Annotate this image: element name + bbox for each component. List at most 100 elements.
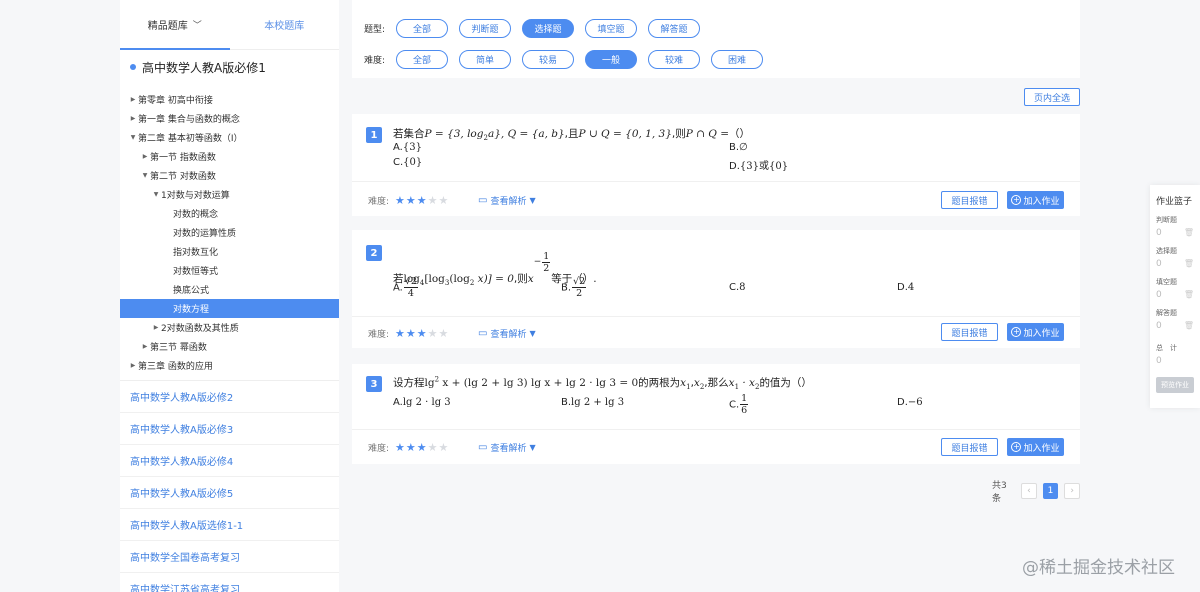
option-a[interactable]: A.{3} bbox=[393, 142, 422, 153]
view-analysis-link[interactable]: ▭ 查看解析 ▼ bbox=[478, 327, 536, 340]
stem-math-part: [log bbox=[424, 273, 445, 285]
type-pill-choice[interactable]: 选择题 bbox=[522, 18, 574, 38]
type-pill-judge[interactable]: 判断题 bbox=[459, 18, 511, 38]
stem-text: （） bbox=[729, 128, 751, 140]
trash-icon[interactable]: 🗑 bbox=[1184, 228, 1194, 238]
preview-homework-button[interactable]: 预览作业 bbox=[1156, 377, 1194, 393]
plus-circle-icon: + bbox=[1011, 195, 1022, 205]
tree-item-selected[interactable]: 对数方程 bbox=[120, 299, 339, 318]
option-a[interactable]: A. √2 4 bbox=[393, 276, 419, 299]
difficulty-pill-easy[interactable]: 较易 bbox=[522, 49, 574, 69]
tree-item-chapter-0[interactable]: ▶ 第零章 初高中衔接 bbox=[120, 90, 339, 109]
add-to-homework-button[interactable]: + 加入作业 bbox=[1007, 323, 1064, 341]
difficulty-label: 难度: bbox=[368, 444, 390, 454]
book-title-text: 高中数学人教A版必修1 bbox=[142, 60, 266, 75]
basket-item-judge: 判断题 0 🗑 bbox=[1150, 215, 1200, 238]
type-pill-answer[interactable]: 解答题 bbox=[648, 18, 700, 38]
report-error-button[interactable]: 题目报错 bbox=[941, 438, 998, 456]
prev-page-button[interactable]: ‹ bbox=[1021, 483, 1037, 499]
tree-item-topic-1[interactable]: ▼ 1对数与对数运算 bbox=[120, 185, 339, 204]
question-card-3: 3 设方程lg2 x + (lg 2 + lg 3) lg x + lg 2 ·… bbox=[352, 364, 1080, 464]
add-label: 加入作业 bbox=[1023, 328, 1060, 339]
option-text: {3} bbox=[402, 142, 422, 153]
option-text: {3}或{0} bbox=[739, 161, 789, 172]
difficulty-pill-very-hard[interactable]: 困难 bbox=[711, 49, 763, 69]
view-analysis-link[interactable]: ▭ 查看解析 ▼ bbox=[478, 441, 536, 454]
report-error-button[interactable]: 题目报错 bbox=[941, 323, 998, 341]
difficulty-label: 难度: bbox=[368, 197, 390, 207]
tree-item-chapter-3[interactable]: ▶ 第三章 函数的应用 bbox=[120, 356, 339, 375]
question-stem: 若集合P = {3, log2a}, Q = {a, b},且P ∪ Q = {… bbox=[393, 126, 750, 142]
tree-item-label: 第三节 幂函数 bbox=[150, 343, 207, 353]
tree-item-leaf[interactable]: 指对数互化 bbox=[120, 242, 339, 261]
add-to-homework-button[interactable]: + 加入作业 bbox=[1007, 438, 1064, 456]
option-d[interactable]: D.{3}或{0} bbox=[729, 157, 788, 172]
book-link[interactable]: 高中数学人教A版必修5 bbox=[120, 477, 339, 509]
option-b[interactable]: B. √2 2 bbox=[561, 276, 587, 299]
tree-item-section-3[interactable]: ▶ 第三节 幂函数 bbox=[120, 337, 339, 356]
option-letter: D. bbox=[729, 161, 740, 172]
stem-text: ,则 bbox=[513, 273, 528, 285]
caret-right-icon: ▶ bbox=[142, 343, 148, 350]
tree-item-leaf[interactable]: 对数的运算性质 bbox=[120, 223, 339, 242]
type-pill-fill[interactable]: 填空题 bbox=[585, 18, 637, 38]
basket-total-label: 总 计 bbox=[1156, 344, 1177, 352]
tree-item-section-1[interactable]: ▶ 第一节 指数函数 bbox=[120, 147, 339, 166]
difficulty-pill-medium[interactable]: 一般 bbox=[585, 49, 637, 69]
tree-item-topic-2[interactable]: ▶ 2对数函数及其性质 bbox=[120, 318, 339, 337]
option-d[interactable]: D.−6 bbox=[897, 397, 923, 408]
tab-school-bank[interactable]: 本校题库 bbox=[230, 0, 340, 49]
trash-icon[interactable]: 🗑 bbox=[1184, 321, 1194, 331]
difficulty-pill-simple[interactable]: 简单 bbox=[459, 49, 511, 69]
caret-down-icon: ▼ bbox=[529, 196, 536, 205]
stem-math: log4[log3(log2 x)] = 0 bbox=[404, 273, 514, 287]
page-button-1[interactable]: 1 bbox=[1042, 483, 1059, 499]
star-empty-icon: ★ bbox=[438, 441, 450, 454]
book-link[interactable]: 高中数学江苏省高考复习 bbox=[120, 573, 339, 592]
option-d[interactable]: D.4 bbox=[897, 282, 914, 293]
difficulty-stars: ★★★★★ bbox=[395, 194, 449, 207]
tree-item-leaf[interactable]: 对数恒等式 bbox=[120, 261, 339, 280]
tree-item-section-2[interactable]: ▼ 第二节 对数函数 bbox=[120, 166, 339, 185]
book-link[interactable]: 高中数学全国卷高考复习 bbox=[120, 541, 339, 573]
option-c[interactable]: C.8 bbox=[729, 282, 746, 293]
view-analysis-link[interactable]: ▭ 查看解析 ▼ bbox=[478, 194, 536, 207]
select-all-button[interactable]: 页内全选 bbox=[1024, 88, 1080, 106]
difficulty-pill-hard[interactable]: 较难 bbox=[648, 49, 700, 69]
difficulty-meta: 难度: ★★★★★ bbox=[368, 327, 449, 340]
option-b[interactable]: B.lg 2 + lg 3 bbox=[561, 397, 624, 408]
stem-exponent: −1 2 bbox=[534, 242, 552, 282]
option-text: lg 2 · lg 3 bbox=[402, 397, 451, 408]
total-count: 共3条 bbox=[992, 481, 1007, 504]
basket-item-count-row: 0 🗑 bbox=[1156, 228, 1200, 238]
stem-text: 的两根为 bbox=[638, 377, 681, 389]
type-pill-all[interactable]: 全部 bbox=[396, 18, 448, 38]
tree-item-leaf[interactable]: 换底公式 bbox=[120, 280, 339, 299]
book-link[interactable]: 高中数学人教A版必修2 bbox=[120, 381, 339, 413]
option-c[interactable]: C. 1 6 bbox=[729, 393, 749, 416]
difficulty-pill-all[interactable]: 全部 bbox=[396, 49, 448, 69]
tab-premium-bank[interactable]: 精品题库 ﹀ bbox=[120, 0, 230, 49]
option-text: {0} bbox=[403, 157, 423, 168]
book-link[interactable]: 高中数学人教A版必修3 bbox=[120, 413, 339, 445]
report-error-button[interactable]: 题目报错 bbox=[941, 191, 998, 209]
tree-item-leaf[interactable]: 对数的概念 bbox=[120, 204, 339, 223]
next-page-button[interactable]: › bbox=[1064, 483, 1080, 499]
basket-total-count: 0 bbox=[1156, 356, 1162, 366]
book-link[interactable]: 高中数学人教A版选修1-1 bbox=[120, 509, 339, 541]
book-link[interactable]: 高中数学人教A版必修4 bbox=[120, 445, 339, 477]
chevron-down-icon: ﹀ bbox=[192, 21, 202, 31]
basket-total: 总 计 0 bbox=[1150, 343, 1200, 366]
frac-num: 1 bbox=[542, 250, 551, 263]
tree-item-chapter-1[interactable]: ▶ 第一章 集合与函数的概念 bbox=[120, 109, 339, 128]
trash-icon[interactable]: 🗑 bbox=[1184, 290, 1194, 300]
trash-icon[interactable]: 🗑 bbox=[1184, 259, 1194, 269]
star-icon: ★ bbox=[405, 441, 417, 454]
tree-item-chapter-2[interactable]: ▼ 第二章 基本初等函数（I） bbox=[120, 128, 339, 147]
option-a[interactable]: A.lg 2 · lg 3 bbox=[393, 397, 451, 408]
current-book-title: 高中数学人教A版必修1 bbox=[120, 50, 339, 84]
card-divider bbox=[352, 181, 1080, 182]
add-to-homework-button[interactable]: + 加入作业 bbox=[1007, 191, 1064, 209]
option-c[interactable]: C.{0} bbox=[393, 157, 422, 168]
option-b[interactable]: B.∅ bbox=[729, 142, 748, 153]
